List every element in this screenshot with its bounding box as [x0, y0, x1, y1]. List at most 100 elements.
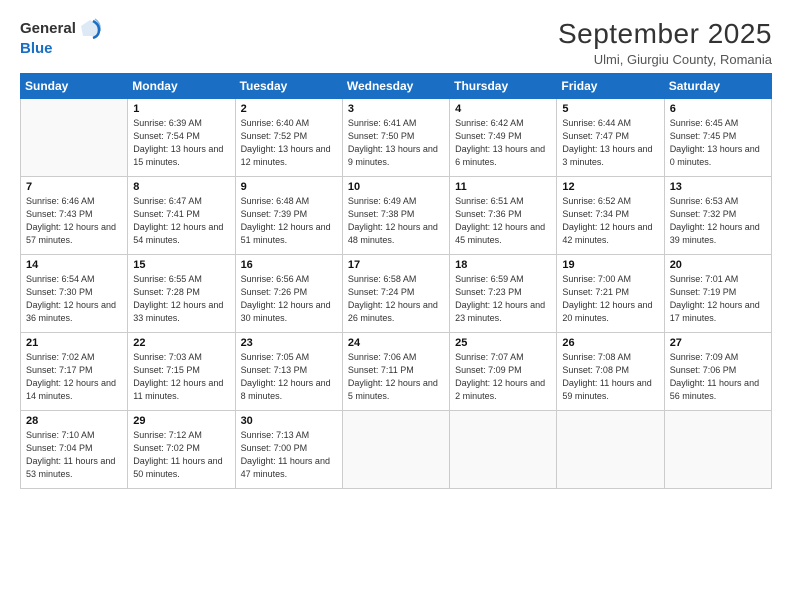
calendar-cell: 6 Sunrise: 6:45 AM Sunset: 7:45 PM Daylig… — [664, 99, 771, 177]
day-info: Sunrise: 6:41 AM Sunset: 7:50 PM Dayligh… — [348, 117, 444, 169]
day-number: 18 — [455, 259, 551, 271]
day-number: 26 — [562, 337, 658, 349]
day-info: Sunrise: 6:46 AM Sunset: 7:43 PM Dayligh… — [26, 195, 122, 247]
calendar-cell: 17Sunrise: 6:58 AM Sunset: 7:24 PM Dayli… — [342, 255, 449, 333]
calendar-cell: 29 Sunrise: 7:12 AM Sunset: 7:02 PM Dayli… — [128, 411, 235, 489]
day-info: Sunrise: 6:53 AM Sunset: 7:32 PM Dayligh… — [670, 195, 766, 247]
calendar-cell — [664, 411, 771, 489]
day-number: 10 — [348, 181, 444, 193]
day-number: 21 — [26, 337, 122, 349]
day-number: 1 — [133, 103, 229, 115]
day-info: Sunrise: 6:44 AM Sunset: 7:47 PM Dayligh… — [562, 117, 658, 169]
weekday-header: Tuesday — [235, 74, 342, 99]
calendar-week-row: 14Sunrise: 6:54 AM Sunset: 7:30 PM Dayli… — [21, 255, 772, 333]
day-number: 3 — [348, 103, 444, 115]
weekday-header: Saturday — [664, 74, 771, 99]
day-info: Sunrise: 7:01 AM Sunset: 7:19 PM Dayligh… — [670, 273, 766, 325]
calendar-cell: 28 Sunrise: 7:10 AM Sunset: 7:04 PM Dayli… — [21, 411, 128, 489]
logo: General Blue — [20, 18, 101, 58]
calendar-cell: 30 Sunrise: 7:13 AM Sunset: 7:00 PM Dayli… — [235, 411, 342, 489]
calendar-cell: 27 Sunrise: 7:09 AM Sunset: 7:06 PM Dayli… — [664, 333, 771, 411]
calendar-cell: 15 Sunrise: 6:55 AM Sunset: 7:28 PM Dayli… — [128, 255, 235, 333]
calendar-cell: 5 Sunrise: 6:44 AM Sunset: 7:47 PM Daylig… — [557, 99, 664, 177]
day-number: 7 — [26, 181, 122, 193]
day-info: Sunrise: 7:12 AM Sunset: 7:02 PM Dayligh… — [133, 429, 229, 481]
day-info: Sunrise: 6:55 AM Sunset: 7:28 PM Dayligh… — [133, 273, 229, 325]
day-number: 6 — [670, 103, 766, 115]
day-number: 25 — [455, 337, 551, 349]
day-info: Sunrise: 7:13 AM Sunset: 7:00 PM Dayligh… — [241, 429, 337, 481]
calendar-cell: 1 Sunrise: 6:39 AM Sunset: 7:54 PM Daylig… — [128, 99, 235, 177]
calendar-cell: 10Sunrise: 6:49 AM Sunset: 7:38 PM Dayli… — [342, 177, 449, 255]
calendar-header-row: SundayMondayTuesdayWednesdayThursdayFrid… — [21, 74, 772, 99]
title-month: September 2025 — [558, 18, 772, 50]
day-number: 23 — [241, 337, 337, 349]
calendar-week-row: 1 Sunrise: 6:39 AM Sunset: 7:54 PM Daylig… — [21, 99, 772, 177]
day-number: 14 — [26, 259, 122, 271]
calendar-cell — [450, 411, 557, 489]
day-info: Sunrise: 7:09 AM Sunset: 7:06 PM Dayligh… — [670, 351, 766, 403]
day-info: Sunrise: 7:10 AM Sunset: 7:04 PM Dayligh… — [26, 429, 122, 481]
calendar-cell: 25 Sunrise: 7:07 AM Sunset: 7:09 PM Dayli… — [450, 333, 557, 411]
calendar-cell: 13Sunrise: 6:53 AM Sunset: 7:32 PM Dayli… — [664, 177, 771, 255]
logo-icon — [79, 18, 101, 40]
calendar-cell: 22 Sunrise: 7:03 AM Sunset: 7:15 PM Dayli… — [128, 333, 235, 411]
header: General Blue September 2025 Ulmi, Giurgi… — [20, 18, 772, 67]
day-info: Sunrise: 6:58 AM Sunset: 7:24 PM Dayligh… — [348, 273, 444, 325]
day-info: Sunrise: 6:45 AM Sunset: 7:45 PM Dayligh… — [670, 117, 766, 169]
calendar-cell: 21 Sunrise: 7:02 AM Sunset: 7:17 PM Dayli… — [21, 333, 128, 411]
day-info: Sunrise: 6:56 AM Sunset: 7:26 PM Dayligh… — [241, 273, 337, 325]
day-number: 8 — [133, 181, 229, 193]
day-number: 19 — [562, 259, 658, 271]
day-number: 28 — [26, 415, 122, 427]
day-number: 15 — [133, 259, 229, 271]
day-info: Sunrise: 6:59 AM Sunset: 7:23 PM Dayligh… — [455, 273, 551, 325]
calendar-week-row: 28 Sunrise: 7:10 AM Sunset: 7:04 PM Dayli… — [21, 411, 772, 489]
title-location: Ulmi, Giurgiu County, Romania — [558, 52, 772, 67]
calendar-cell: 20 Sunrise: 7:01 AM Sunset: 7:19 PM Dayli… — [664, 255, 771, 333]
calendar-cell: 23 Sunrise: 7:05 AM Sunset: 7:13 PM Dayli… — [235, 333, 342, 411]
day-info: Sunrise: 6:48 AM Sunset: 7:39 PM Dayligh… — [241, 195, 337, 247]
calendar-cell: 7 Sunrise: 6:46 AM Sunset: 7:43 PM Daylig… — [21, 177, 128, 255]
calendar-cell — [342, 411, 449, 489]
calendar-cell: 12 Sunrise: 6:52 AM Sunset: 7:34 PM Dayli… — [557, 177, 664, 255]
calendar-cell: 18 Sunrise: 6:59 AM Sunset: 7:23 PM Dayli… — [450, 255, 557, 333]
calendar-cell: 26 Sunrise: 7:08 AM Sunset: 7:08 PM Dayli… — [557, 333, 664, 411]
day-number: 16 — [241, 259, 337, 271]
day-info: Sunrise: 7:02 AM Sunset: 7:17 PM Dayligh… — [26, 351, 122, 403]
calendar-cell: 4 Sunrise: 6:42 AM Sunset: 7:49 PM Daylig… — [450, 99, 557, 177]
day-number: 12 — [562, 181, 658, 193]
logo-blue: Blue — [20, 40, 53, 58]
day-info: Sunrise: 6:39 AM Sunset: 7:54 PM Dayligh… — [133, 117, 229, 169]
calendar-cell: 16 Sunrise: 6:56 AM Sunset: 7:26 PM Dayli… — [235, 255, 342, 333]
day-number: 29 — [133, 415, 229, 427]
calendar-cell: 3 Sunrise: 6:41 AM Sunset: 7:50 PM Daylig… — [342, 99, 449, 177]
title-block: September 2025 Ulmi, Giurgiu County, Rom… — [558, 18, 772, 67]
calendar: SundayMondayTuesdayWednesdayThursdayFrid… — [20, 73, 772, 489]
day-info: Sunrise: 7:06 AM Sunset: 7:11 PM Dayligh… — [348, 351, 444, 403]
day-info: Sunrise: 7:08 AM Sunset: 7:08 PM Dayligh… — [562, 351, 658, 403]
calendar-week-row: 21 Sunrise: 7:02 AM Sunset: 7:17 PM Dayli… — [21, 333, 772, 411]
day-number: 22 — [133, 337, 229, 349]
calendar-cell: 11Sunrise: 6:51 AM Sunset: 7:36 PM Dayli… — [450, 177, 557, 255]
calendar-cell: 2Sunrise: 6:40 AM Sunset: 7:52 PM Daylig… — [235, 99, 342, 177]
calendar-cell: 9Sunrise: 6:48 AM Sunset: 7:39 PM Daylig… — [235, 177, 342, 255]
day-number: 5 — [562, 103, 658, 115]
day-info: Sunrise: 6:47 AM Sunset: 7:41 PM Dayligh… — [133, 195, 229, 247]
day-info: Sunrise: 6:52 AM Sunset: 7:34 PM Dayligh… — [562, 195, 658, 247]
day-number: 4 — [455, 103, 551, 115]
calendar-cell — [21, 99, 128, 177]
day-info: Sunrise: 6:42 AM Sunset: 7:49 PM Dayligh… — [455, 117, 551, 169]
weekday-header: Friday — [557, 74, 664, 99]
day-info: Sunrise: 7:07 AM Sunset: 7:09 PM Dayligh… — [455, 351, 551, 403]
calendar-cell — [557, 411, 664, 489]
day-info: Sunrise: 7:03 AM Sunset: 7:15 PM Dayligh… — [133, 351, 229, 403]
day-number: 20 — [670, 259, 766, 271]
calendar-week-row: 7 Sunrise: 6:46 AM Sunset: 7:43 PM Daylig… — [21, 177, 772, 255]
day-info: Sunrise: 7:05 AM Sunset: 7:13 PM Dayligh… — [241, 351, 337, 403]
weekday-header: Sunday — [21, 74, 128, 99]
page: General Blue September 2025 Ulmi, Giurgi… — [0, 0, 792, 612]
day-number: 30 — [241, 415, 337, 427]
calendar-cell: 8 Sunrise: 6:47 AM Sunset: 7:41 PM Daylig… — [128, 177, 235, 255]
day-number: 27 — [670, 337, 766, 349]
